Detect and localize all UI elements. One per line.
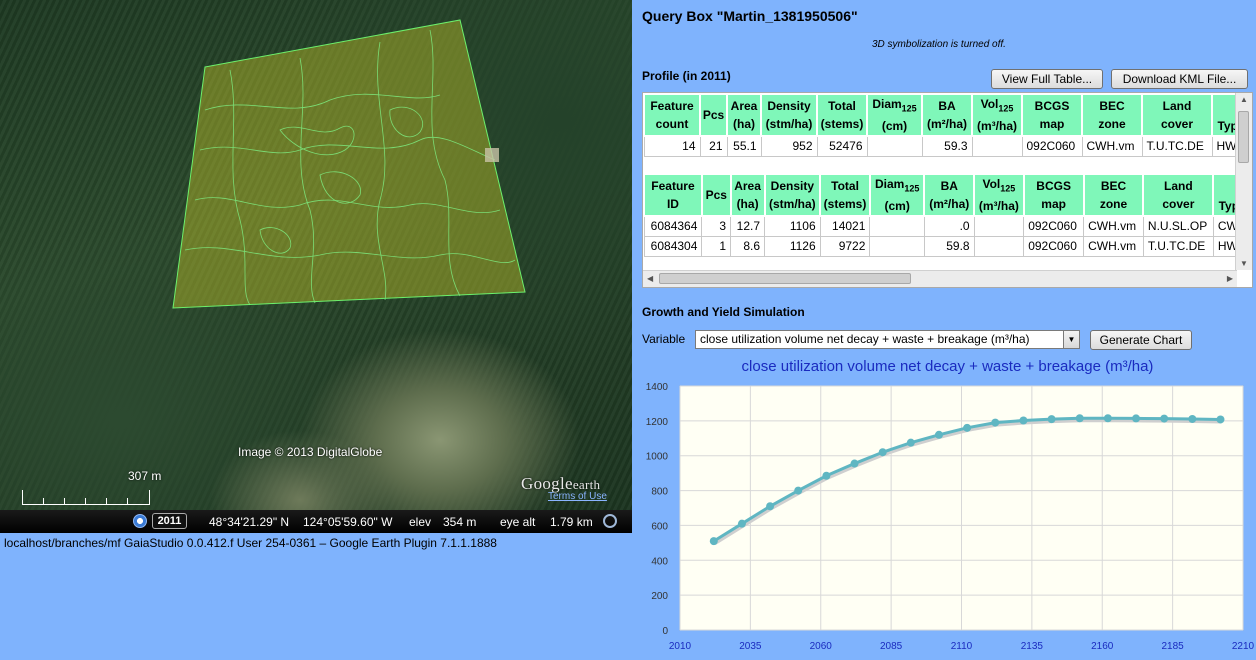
- summary-table: Feature count Pcs Area (ha) Density (stm/ha…: [643, 93, 1251, 158]
- y-tick-label: 400: [651, 556, 668, 567]
- eye-altitude-readout: 1.79 km: [550, 515, 593, 529]
- table-vertical-scrollbar[interactable]: ▲ ▼: [1235, 93, 1252, 270]
- y-tick-label: 0: [662, 626, 668, 637]
- data-point: [1019, 416, 1028, 425]
- elevation-readout: 354 m: [443, 515, 477, 529]
- data-point: [963, 423, 972, 432]
- x-tick-label: 2135: [1021, 641, 1044, 652]
- scale-bar: [22, 490, 150, 505]
- feature-table: Feature ID Pcs Area (ha) Density (stm/ha) T…: [643, 172, 1252, 258]
- data-point: [850, 459, 859, 468]
- data-point: [794, 486, 803, 495]
- scale-label: 307 m: [128, 469, 162, 483]
- y-tick-label: 200: [651, 591, 668, 602]
- chevron-down-icon[interactable]: ▼: [1063, 331, 1079, 348]
- data-point: [737, 519, 746, 528]
- x-tick-label: 2210: [1232, 641, 1255, 652]
- y-tick-label: 600: [651, 521, 668, 532]
- data-point: [1132, 414, 1141, 423]
- elevation-label: elev: [409, 515, 432, 529]
- latitude-readout: 48°34'21.29" N: [209, 515, 290, 529]
- scroll-up-icon[interactable]: ▲: [1240, 95, 1248, 104]
- download-kml-button[interactable]: Download KML File...: [1111, 69, 1248, 89]
- data-point: [934, 430, 943, 439]
- summary-header-row: Feature count Pcs Area (ha) Density (stm/ha…: [643, 93, 1251, 138]
- navigation-ring-icon[interactable]: [603, 514, 617, 528]
- x-tick-label: 2035: [739, 641, 762, 652]
- terms-of-use-link[interactable]: Terms of Use: [548, 491, 607, 502]
- data-point: [766, 502, 775, 511]
- map-view[interactable]: Image © 2013 DigitalGlobe 307 m Googleea…: [0, 0, 632, 533]
- growth-chart: 2010 2035 2060 2085 2110 2135 2160 2185 2210 0 200…: [646, 382, 1255, 652]
- y-tick-label: 800: [651, 487, 668, 498]
- view-full-table-button[interactable]: View Full Table...: [991, 69, 1103, 89]
- feature-row[interactable]: 6084364 3 12.7 1106 14021 .0 092C060 CWH…: [643, 215, 1252, 238]
- y-tick-label: 1200: [646, 417, 669, 428]
- app-status-line: localhost/branches/mf GaiaStudio 0.0.412…: [4, 536, 497, 550]
- profile-table-panel[interactable]: Feature count Pcs Area (ha) Density (stm/ha…: [642, 92, 1253, 288]
- y-tick-label: 1000: [646, 452, 669, 463]
- feature-header-row: Feature ID Pcs Area (ha) Density (stm/ha) T…: [643, 172, 1252, 218]
- data-point: [1047, 415, 1056, 424]
- data-point: [1216, 415, 1225, 424]
- imagery-credit: Image © 2013 DigitalGlobe: [238, 445, 383, 459]
- map-statusbar: 2011 48°34'21.29" N 124°05'59.60" W elev…: [0, 510, 632, 533]
- page-title: Query Box "Martin_1381950506": [642, 8, 858, 24]
- historical-imagery-clock-icon[interactable]: [133, 514, 147, 528]
- x-tick-label: 2010: [669, 641, 692, 652]
- variable-label: Variable: [642, 332, 686, 346]
- data-point: [878, 448, 887, 457]
- data-point: [1075, 414, 1084, 423]
- data-point: [991, 418, 1000, 427]
- x-tick-label: 2060: [810, 641, 833, 652]
- horizontal-scroll-thumb[interactable]: [659, 273, 911, 284]
- y-tick-label: 1400: [646, 382, 669, 393]
- table-horizontal-scrollbar[interactable]: ◀ ▶: [643, 270, 1237, 287]
- growth-yield-title: Growth and Yield Simulation: [642, 305, 805, 319]
- vertical-scroll-thumb[interactable]: [1238, 111, 1249, 163]
- data-point: [709, 537, 718, 546]
- clearing: [485, 148, 499, 162]
- data-point: [1160, 414, 1169, 423]
- scroll-right-icon[interactable]: ▶: [1227, 274, 1233, 283]
- query-box-polygon: [172, 19, 526, 309]
- data-point: [906, 438, 915, 447]
- data-point: [1103, 414, 1112, 423]
- scroll-left-icon[interactable]: ◀: [647, 274, 653, 283]
- x-tick-label: 2160: [1091, 641, 1114, 652]
- feature-row[interactable]: 6084304 1 8.6 1126 9722 59.8 092C060 CWH…: [643, 236, 1252, 258]
- imagery-year-badge[interactable]: 2011: [152, 513, 187, 529]
- summary-data-row: 14 21 55.1 952 52476 59.3 092C060 CWH.vm…: [643, 135, 1251, 158]
- data-point: [1188, 414, 1197, 423]
- variable-select-value: close utilization volume net decay + was…: [700, 332, 1030, 346]
- x-tick-label: 2185: [1162, 641, 1185, 652]
- generate-chart-button[interactable]: Generate Chart: [1090, 330, 1192, 350]
- scroll-down-icon[interactable]: ▼: [1240, 259, 1248, 268]
- x-tick-label: 2110: [951, 641, 973, 652]
- x-tick-label: 2085: [880, 641, 903, 652]
- variable-select[interactable]: close utilization volume net decay + was…: [695, 330, 1080, 349]
- symbolization-note: 3D symbolization is turned off.: [872, 39, 1006, 50]
- chart-title: close utilization volume net decay + was…: [741, 358, 1154, 375]
- data-point: [822, 471, 831, 480]
- longitude-readout: 124°05'59.60" W: [303, 515, 393, 529]
- eye-altitude-label: eye alt: [500, 515, 536, 529]
- profile-title: Profile (in 2011): [642, 69, 731, 83]
